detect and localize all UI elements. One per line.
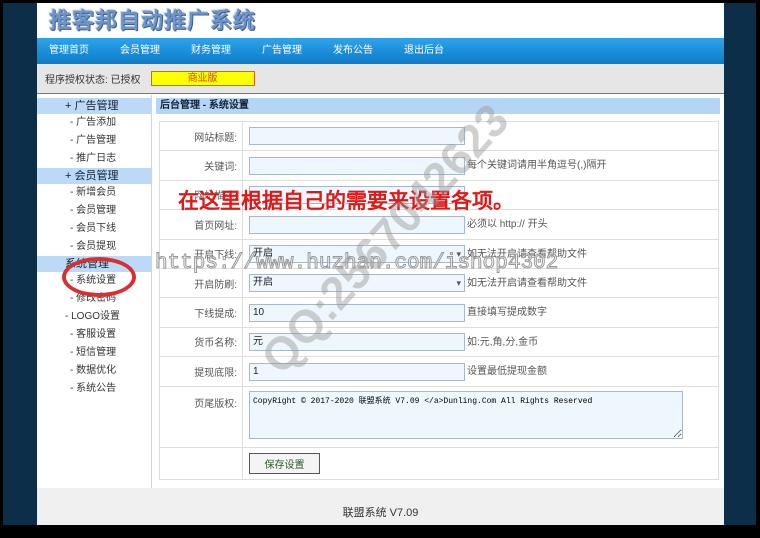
- sidebar-item-sms[interactable]: - 短信管理: [37, 344, 151, 362]
- footer-copyright-textarea[interactable]: CopyRight © 2017-2020 联盟系统 V7.09 </a>Dun…: [249, 390, 683, 439]
- field-label: 下线提成:: [159, 297, 243, 328]
- min-withdraw-input[interactable]: 1: [249, 362, 465, 381]
- field-hint: 每个关键词请用半角逗号(,)隔开: [467, 160, 607, 172]
- sidebar-item-member-withdraw[interactable]: - 会员提现: [37, 238, 151, 256]
- keywords-input[interactable]: [249, 156, 465, 175]
- form-row: 网站标题:: [159, 120, 719, 152]
- nav-finance[interactable]: 财务管理: [191, 38, 262, 64]
- footer: 联盟系统 V7.09: [37, 488, 724, 525]
- currency-name-input[interactable]: 元: [249, 333, 465, 352]
- field-label: 货币名称:: [159, 326, 243, 358]
- field-label: 页尾版权:: [159, 385, 243, 448]
- form-row: 货币名称: 元如:元,角,分,金币: [159, 326, 719, 358]
- field-label: 开启下线:: [159, 238, 243, 269]
- field-hint: 如无法开启请查看帮助文件: [467, 277, 587, 289]
- sidebar-item-system-announce[interactable]: - 系统公告: [37, 380, 151, 398]
- form-row: 网站描述:: [159, 179, 719, 211]
- right-frame: [724, 3, 756, 525]
- sidebar-item-data-optimize[interactable]: - 数据优化: [37, 362, 151, 380]
- sidebar-item-member-manage[interactable]: - 会员管理: [37, 202, 151, 220]
- edition-badge: 商业版: [150, 71, 255, 86]
- site-title-input[interactable]: [249, 127, 465, 146]
- license-status: 程序授权状态: 已授权: [45, 75, 141, 86]
- form-row: 提现底限: 1 设置最低提现金额: [159, 356, 719, 387]
- sidebar-item-new-member[interactable]: - 新增会员: [37, 184, 151, 202]
- field-hint: 如:元,角,分,金币: [467, 336, 539, 348]
- nav-members[interactable]: 会员管理: [120, 38, 191, 64]
- sidebar-item-logo-settings[interactable]: - LOGO设置: [37, 308, 151, 326]
- page-title: 后台管理 - 系统设置: [156, 98, 720, 114]
- nav-ads[interactable]: 广告管理: [262, 38, 333, 64]
- field-label: 关键词:: [159, 150, 243, 181]
- left-frame: [3, 3, 37, 525]
- homepage-url-input[interactable]: [249, 215, 465, 234]
- field-hint: 必须以 http:// 开头: [467, 219, 548, 231]
- field-hint: 如无法开启请查看帮助文件: [467, 248, 587, 260]
- downline-commission-input[interactable]: 10: [249, 303, 465, 322]
- form-row: 首页网址: 必须以 http:// 开头: [159, 209, 719, 240]
- sidebar-item-system-settings[interactable]: - 系统设置: [37, 272, 151, 290]
- field-label: 提现底限:: [159, 356, 243, 387]
- admin-app: 推客邦自动推广系统 管理首页 会员管理 财务管理 广告管理 发布公告 退出后台 …: [37, 3, 724, 525]
- logo: 推客邦自动推广系统: [49, 8, 257, 33]
- form-row: 关键词: 每个关键词请用半角逗号(,)隔开: [159, 150, 719, 181]
- sidebar-item-ad-add[interactable]: - 广告添加: [37, 114, 151, 132]
- settings-form: 网站标题: 关键词: 每个关键词请用半角逗号(,)隔开 网站描述: 首页网址: 必须…: [159, 120, 719, 480]
- sidebar-group-system[interactable]: 系统管理: [37, 256, 151, 272]
- form-row: 保存设置: [159, 446, 719, 480]
- field-hint: 直接填写提成数字: [467, 307, 547, 319]
- field-label: 首页网址:: [159, 209, 243, 240]
- sidebar: + 广告管理 - 广告添加 - 广告管理 - 推广日志 + 会员管理 - 新增会…: [37, 95, 152, 488]
- sidebar-item-member-downline[interactable]: - 会员下线: [37, 220, 151, 238]
- form-row: 开启防刷: 开启如无法开启请查看帮助文件: [159, 267, 719, 299]
- sidebar-item-promo-log[interactable]: - 推广日志: [37, 150, 151, 168]
- sidebar-group-members[interactable]: + 会员管理: [37, 168, 151, 184]
- field-label: 开启防刷:: [159, 267, 243, 299]
- sidebar-group-ads[interactable]: + 广告管理: [37, 98, 151, 114]
- enable-antibrush-select[interactable]: 开启: [249, 274, 465, 293]
- sidebar-item-service-settings[interactable]: - 客服设置: [37, 326, 151, 344]
- nav-logout[interactable]: 退出后台: [404, 38, 475, 64]
- field-label: 网站标题:: [159, 120, 243, 152]
- sidebar-item-change-password[interactable]: - 修改密码: [37, 290, 151, 308]
- main-panel: 后台管理 - 系统设置 网站标题: 关键词: 每个关键词请用半角逗号(,)隔开 网…: [152, 95, 724, 488]
- form-row: 页尾版权: CopyRight © 2017-2020 联盟系统 V7.09 </…: [159, 385, 719, 448]
- nav-announce[interactable]: 发布公告: [333, 38, 404, 64]
- license-status-bar: 程序授权状态: 已授权 商业版: [37, 64, 724, 94]
- site-description-input[interactable]: [249, 185, 465, 204]
- top-nav: 管理首页 会员管理 财务管理 广告管理 发布公告 退出后台: [37, 38, 724, 64]
- save-settings-button[interactable]: 保存设置: [249, 452, 320, 474]
- form-row: 下线提成: 10 直接填写提成数字: [159, 297, 719, 328]
- form-row: 开启下线: 开启如无法开启请查看帮助文件: [159, 238, 719, 269]
- sidebar-item-ad-manage[interactable]: - 广告管理: [37, 132, 151, 150]
- field-hint: 设置最低提现金额: [467, 366, 547, 378]
- field-label: 网站描述:: [159, 179, 243, 211]
- nav-home[interactable]: 管理首页: [49, 38, 120, 64]
- enable-downline-select[interactable]: 开启: [249, 244, 465, 263]
- header: 推客邦自动推广系统: [37, 3, 724, 38]
